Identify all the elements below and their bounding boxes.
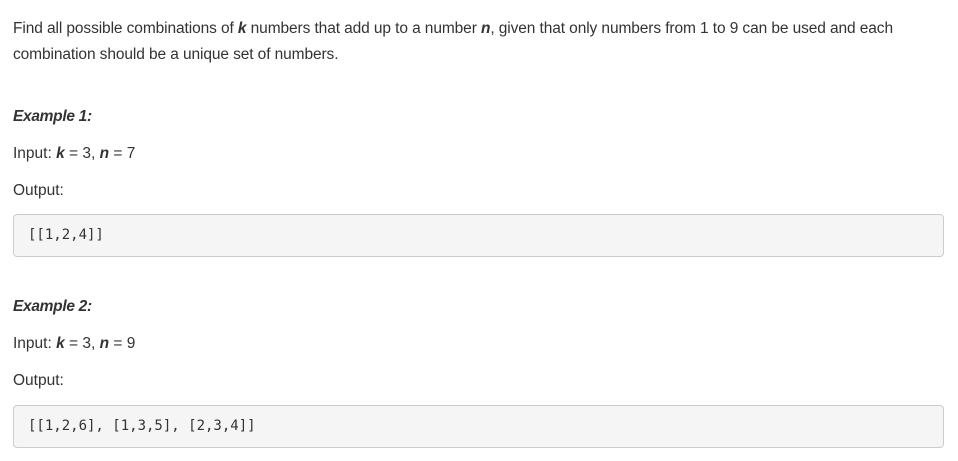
input-n-name: n bbox=[99, 145, 110, 162]
example-1-input: Input: k = 3, n = 7 bbox=[13, 144, 135, 164]
input-n-value: = 7 bbox=[109, 145, 136, 162]
example-2-output-label: Output: bbox=[13, 372, 64, 389]
example-2-output-code: [[1,2,6], [1,3,5], [2,3,4]] bbox=[13, 405, 944, 448]
variable-n: n bbox=[480, 20, 491, 37]
input-k-value: = 3, bbox=[64, 145, 100, 162]
input-n-value: = 9 bbox=[109, 335, 136, 352]
example-1-output-code: [[1,2,4]] bbox=[13, 214, 944, 257]
input-k-name: k bbox=[56, 145, 65, 162]
problem-text-1: Find all possible combinations of bbox=[13, 20, 238, 37]
example-1-title: Example 1: bbox=[13, 108, 92, 125]
problem-content: Find all possible combinations of k numb… bbox=[13, 0, 944, 448]
input-label: Input: bbox=[13, 145, 57, 162]
input-label: Input: bbox=[13, 335, 57, 352]
problem-statement: Find all possible combinations of k numb… bbox=[13, 16, 944, 68]
example-1-output-label: Output: bbox=[13, 182, 64, 199]
problem-text-2: numbers that add up to a number bbox=[246, 20, 481, 37]
input-n-name: n bbox=[99, 335, 110, 352]
input-k-value: = 3, bbox=[64, 335, 100, 352]
example-2-title: Example 2: bbox=[13, 298, 92, 315]
input-k-name: k bbox=[56, 335, 65, 352]
example-2-input: Input: k = 3, n = 9 bbox=[13, 334, 135, 354]
